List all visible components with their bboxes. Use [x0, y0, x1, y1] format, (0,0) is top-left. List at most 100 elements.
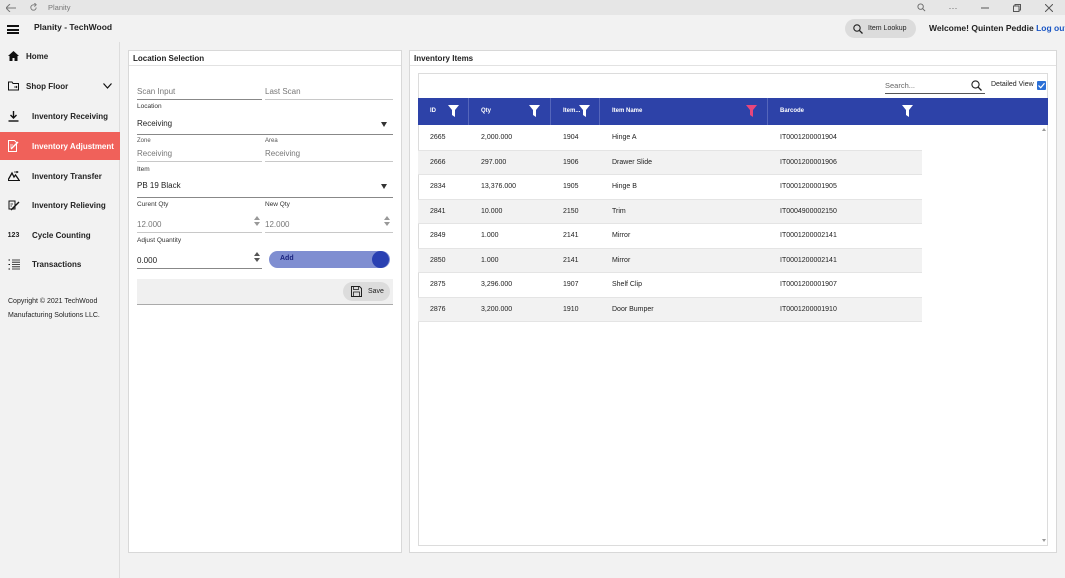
detailed-view-label: Detailed View — [991, 81, 1034, 88]
save-toolbar: Save — [137, 279, 393, 305]
counting-icon: 123 — [7, 231, 20, 239]
cell-item-number: 1906 — [563, 158, 579, 166]
cell-item-name: Hinge A — [612, 134, 637, 141]
column-header-label: Barcode — [780, 108, 805, 114]
column-header-barcode[interactable]: Barcode — [768, 98, 922, 125]
new-qty-value: 12.000 — [265, 220, 290, 229]
sidebar-item-label: Transactions — [32, 259, 82, 269]
restore-icon[interactable] — [1001, 0, 1033, 15]
location-select[interactable]: Receiving — [137, 119, 172, 128]
cell-id: 2849 — [430, 232, 446, 239]
logout-link[interactable]: Log out — [1036, 23, 1065, 33]
sidebar-item-inventory-transfer[interactable]: Inventory Transfer — [0, 162, 120, 190]
item-lookup-button[interactable]: Item Lookup — [845, 19, 916, 38]
grid-vertical-scrollbar[interactable] — [1041, 126, 1047, 544]
search-icon[interactable] — [971, 80, 982, 91]
item-label: Item — [137, 166, 150, 173]
location-dropdown-arrow-icon[interactable] — [381, 122, 387, 127]
floppy-disk-icon — [351, 286, 362, 297]
sidebar-item-cycle-counting[interactable]: 123 Cycle Counting — [0, 221, 120, 249]
sidebar-item-label: Shop Floor — [26, 81, 69, 91]
panel-divider — [129, 65, 401, 66]
new-qty-underline — [265, 232, 393, 233]
last-scan-underline — [265, 99, 393, 100]
column-header-label: Item Name — [612, 108, 643, 114]
save-button[interactable]: Save — [343, 282, 390, 301]
filter-icon[interactable] — [448, 105, 459, 117]
cell-barcode: IT0001200001904 — [780, 134, 837, 141]
table-row[interactable]: 2834 13,376.000 1905 Hinge B IT000120000… — [418, 175, 922, 200]
close-icon[interactable] — [1033, 0, 1065, 15]
more-options-icon[interactable]: ··· — [937, 0, 969, 15]
column-header-item-number[interactable]: Item... — [551, 98, 600, 125]
scan-input[interactable]: Scan Input — [137, 87, 175, 96]
filter-icon[interactable] — [579, 105, 590, 117]
refresh-icon[interactable] — [22, 0, 44, 15]
cell-item-number: 2141 — [563, 232, 579, 239]
table-row[interactable]: 2875 3,296.000 1907 Shelf Clip IT0001200… — [418, 273, 922, 298]
cell-item-number: 1905 — [563, 183, 579, 190]
zone-value: Receiving — [137, 149, 173, 158]
cell-item-name: Shelf Clip — [612, 281, 642, 288]
sidebar-item-inventory-relieving[interactable]: Inventory Relieving — [0, 191, 120, 219]
sidebar-item-transactions[interactable]: Transactions — [0, 250, 120, 278]
column-header-id[interactable]: ID — [418, 98, 469, 125]
home-icon — [7, 50, 20, 63]
cell-item-number: 2150 — [563, 207, 579, 215]
cell-id: 2875 — [430, 281, 446, 288]
sidebar-item-label: Inventory Receiving — [32, 111, 109, 121]
sidebar-item-home[interactable]: Home — [0, 42, 120, 70]
search-input[interactable]: Search... — [885, 81, 915, 90]
sidebar-item-shop-floor[interactable]: Shop Floor — [0, 72, 120, 100]
sidebar-item-inventory-receiving[interactable]: Inventory Receiving — [0, 102, 120, 130]
copyright-notice: Copyright © 2021 TechWood Manufacturing … — [8, 295, 118, 323]
cell-barcode: IT0001200002141 — [780, 256, 837, 264]
hamburger-menu-icon[interactable] — [7, 25, 19, 34]
location-underline — [137, 134, 393, 135]
zoom-icon[interactable] — [905, 0, 937, 15]
cell-item-name: Trim — [612, 207, 626, 215]
table-row[interactable]: 2666 297.000 1906 Drawer Slide IT0001200… — [418, 150, 922, 175]
current-qty-underline — [137, 232, 262, 233]
filter-icon[interactable] — [902, 105, 913, 117]
table-row[interactable]: 2850 1.000 2141 Mirror IT0001200002141 — [418, 248, 922, 273]
column-header-qty[interactable]: Qty — [469, 98, 551, 125]
new-qty-stepper — [384, 216, 390, 228]
adjust-quantity-input[interactable]: 0.000 — [137, 256, 157, 265]
add-toggle[interactable]: Add — [269, 251, 390, 268]
active-filter-icon[interactable] — [746, 105, 757, 117]
cell-id: 2834 — [430, 183, 446, 190]
scroll-down-arrow-icon[interactable] — [1042, 539, 1046, 542]
item-underline — [137, 197, 393, 198]
search-icon — [853, 23, 863, 34]
sidebar-item-label: Inventory Adjustment — [32, 141, 114, 151]
sidebar-item-inventory-adjustment[interactable]: Inventory Adjustment — [0, 132, 120, 160]
adjust-quantity-stepper[interactable] — [254, 252, 260, 264]
chevron-down-icon[interactable] — [103, 83, 112, 89]
table-row[interactable]: 2849 1.000 2141 Mirror IT0001200002141 — [418, 224, 922, 249]
back-arrow-icon[interactable] — [0, 0, 22, 15]
table-row[interactable]: 2665 2,000.000 1904 Hinge A IT0001200001… — [418, 126, 922, 151]
cell-qty: 10.000 — [481, 207, 503, 215]
current-qty-stepper — [254, 216, 260, 228]
panel-title: Inventory Items — [414, 54, 474, 63]
column-header-item-name[interactable]: Item Name — [600, 98, 768, 125]
table-row[interactable]: 2841 10.000 2150 Trim IT0004900002150 — [418, 199, 922, 224]
toggle-knob[interactable] — [372, 251, 389, 268]
detailed-view-checkbox[interactable] — [1037, 81, 1046, 90]
relieving-icon — [7, 199, 20, 212]
cell-item-number: 2141 — [563, 256, 579, 264]
save-button-label: Save — [368, 288, 384, 295]
welcome-message: Welcome! Quinten Peddie Log out — [929, 23, 1065, 33]
filter-icon[interactable] — [529, 105, 540, 117]
table-row[interactable]: 2876 3,200.000 1910 Door Bumper IT000120… — [418, 297, 922, 322]
item-dropdown-arrow-icon[interactable] — [381, 184, 387, 189]
scroll-up-arrow-icon[interactable] — [1042, 128, 1046, 131]
cell-barcode: IT0001200001910 — [780, 305, 837, 313]
item-select[interactable]: PB 19 Black — [137, 181, 181, 190]
cell-barcode: IT0001200001906 — [780, 158, 837, 166]
grid-search[interactable]: Search... — [885, 78, 985, 95]
window-title: Planity — [48, 3, 71, 12]
minimize-icon[interactable] — [969, 0, 1001, 15]
panel-divider — [410, 65, 1056, 66]
